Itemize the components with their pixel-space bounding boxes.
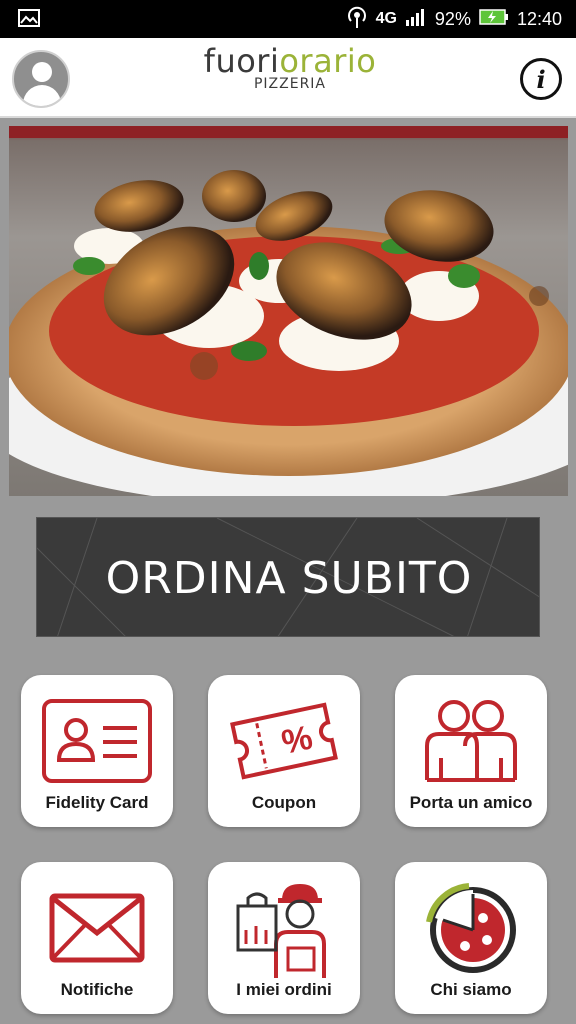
order-now-label: ORDINA SUBITO bbox=[105, 552, 473, 604]
id-card-icon bbox=[42, 699, 152, 783]
svg-text:%: % bbox=[278, 719, 315, 762]
tile-about-us[interactable]: Chi siamo bbox=[395, 862, 547, 1014]
signal-icon bbox=[405, 8, 427, 31]
clock: 12:40 bbox=[516, 8, 562, 29]
info-icon: i bbox=[536, 64, 546, 94]
tile-notifications[interactable]: Notifiche bbox=[21, 862, 173, 1014]
tile-fidelity-card-label: Fidelity Card bbox=[45, 793, 149, 812]
hotspot-icon bbox=[346, 5, 368, 34]
tile-my-orders-label: I miei ordini bbox=[236, 980, 332, 999]
tile-notifications-label: Notifiche bbox=[60, 980, 134, 999]
tile-fidelity-card[interactable]: Fidelity Card bbox=[21, 675, 173, 827]
brand-logo: fuoriorario PIZZERIA bbox=[190, 44, 390, 92]
order-now-button[interactable]: ORDINA SUBITO bbox=[36, 517, 540, 637]
logo-text-fuori: fuori bbox=[203, 42, 280, 80]
tile-refer-friend-label: Porta un amico bbox=[409, 793, 533, 812]
status-bar: 4G 92% 12:40 bbox=[0, 0, 576, 38]
battery-percent: 92% bbox=[434, 8, 471, 29]
tile-refer-friend[interactable]: Porta un amico bbox=[395, 675, 547, 827]
tile-about-us-label: Chi siamo bbox=[430, 980, 512, 999]
info-button[interactable]: i bbox=[520, 58, 562, 100]
profile-avatar-icon[interactable] bbox=[12, 50, 70, 108]
hero-pizza-image bbox=[9, 126, 568, 496]
pizza-clock-icon bbox=[426, 883, 516, 973]
tile-coupon[interactable]: % Coupon bbox=[208, 675, 360, 827]
battery-charging-icon bbox=[479, 8, 509, 31]
logo-text-orario: orario bbox=[279, 42, 377, 80]
envelope-icon bbox=[49, 893, 145, 963]
app-header: fuoriorario PIZZERIA i bbox=[0, 38, 576, 118]
tile-coupon-label: Coupon bbox=[251, 793, 317, 812]
gallery-icon bbox=[18, 9, 40, 32]
delivery-man-icon bbox=[236, 884, 326, 978]
friends-icon bbox=[425, 700, 517, 782]
tile-my-orders[interactable]: I miei ordini bbox=[208, 862, 360, 1014]
network-type: 4G bbox=[375, 10, 397, 27]
coupon-icon: % bbox=[230, 702, 338, 780]
